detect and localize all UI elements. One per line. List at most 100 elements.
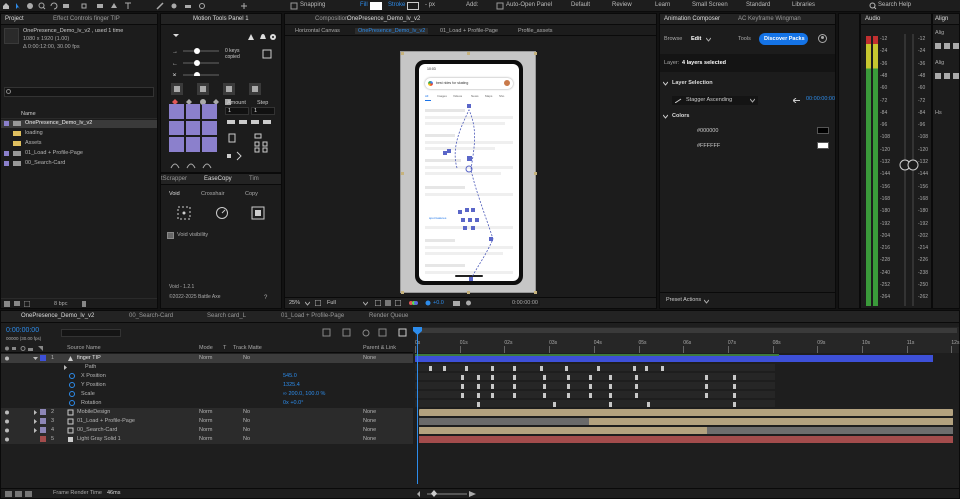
audio-switch-icon[interactable] — [12, 346, 18, 351]
keyframe[interactable] — [491, 366, 494, 371]
table-row[interactable]: 3 01_Load + Profile-Page Norm No None — [1, 417, 413, 426]
color-2-value[interactable]: #FFFFFF — [697, 143, 720, 149]
keyframe[interactable] — [567, 375, 570, 380]
zoom-in-icon[interactable] — [469, 491, 476, 497]
stroke-swatch[interactable] — [407, 2, 419, 10]
expand-arrow-icon[interactable] — [33, 428, 38, 433]
void-frame-icon[interactable] — [251, 206, 265, 220]
stopwatch-icon[interactable] — [69, 400, 75, 406]
tab-keyframe-wingman[interactable]: AC Keyframe Wingman — [738, 16, 801, 22]
layer-parent[interactable]: None — [363, 409, 376, 415]
tab-timeline-search-card-l[interactable]: Search card_L — [207, 313, 246, 319]
keyframe[interactable] — [553, 402, 556, 407]
playhead-handle-icon[interactable] — [413, 327, 422, 335]
table-row[interactable]: 2 MobileDesign Norm No None — [1, 408, 413, 417]
void-subtab-crosshair[interactable]: Crosshair — [201, 191, 225, 197]
grid-icon[interactable] — [315, 300, 321, 306]
rectangle-tool-icon[interactable] — [96, 2, 104, 10]
subtab-onepresence[interactable]: OnePresence_Demo_lv_v2 — [355, 28, 429, 34]
roto-tool-icon[interactable] — [198, 2, 206, 10]
keyframe[interactable] — [429, 366, 432, 371]
keyframe[interactable] — [589, 375, 592, 380]
list-item[interactable]: OnePresence_Demo_lv_v2 — [1, 120, 157, 128]
selection-tool-icon[interactable] — [14, 2, 22, 10]
layer-label-color[interactable] — [40, 418, 46, 424]
table-row[interactable]: 4 00_Search-Card Norm No None — [1, 426, 413, 435]
tab-tim[interactable]: Tim — [249, 176, 259, 182]
copy-keys-icon[interactable] — [261, 48, 273, 60]
keyframe[interactable] — [513, 393, 516, 398]
exposure-icon[interactable] — [425, 300, 431, 306]
keyframe[interactable] — [705, 393, 708, 398]
keyframe[interactable] — [635, 393, 638, 398]
layer-track-matte[interactable]: No — [243, 355, 250, 361]
property-value[interactable]: 545.0 — [283, 373, 297, 379]
keyframe[interactable] — [733, 402, 736, 407]
void-null-icon[interactable] — [177, 206, 191, 220]
layer-label-color[interactable] — [40, 436, 46, 442]
keyframe[interactable] — [477, 375, 480, 380]
timeline-search-input[interactable] — [61, 329, 121, 337]
keyframe[interactable] — [543, 384, 546, 389]
layer-mode[interactable]: Norm — [199, 418, 212, 424]
layer-mode[interactable]: Norm — [199, 409, 212, 415]
type-tool-icon[interactable] — [124, 2, 132, 10]
list-item[interactable]: 01_Load + Profile-Page — [1, 150, 157, 158]
keyframe[interactable] — [705, 375, 708, 380]
amount-field[interactable]: 1 — [225, 107, 249, 115]
layer-track-matte[interactable]: No — [243, 409, 250, 415]
color-1-swatch[interactable] — [817, 127, 829, 134]
keyframe[interactable] — [567, 393, 570, 398]
pen-tool-icon[interactable] — [110, 2, 118, 10]
tab-timeline-load-profile[interactable]: 01_Load + Profile-Page — [281, 313, 344, 319]
video-switch-icon[interactable] — [4, 346, 10, 351]
clone-tool-icon[interactable] — [170, 2, 178, 10]
track-bar-search-card-light[interactable] — [419, 427, 707, 434]
bit-depth-label[interactable]: 8 bpc — [54, 301, 67, 307]
tab-align[interactable]: Align — [935, 16, 948, 22]
layer-name[interactable]: 01_Load + Profile-Page — [77, 418, 135, 424]
work-area-bar[interactable] — [417, 328, 957, 333]
eye-icon[interactable] — [4, 356, 10, 361]
keyframe[interactable] — [443, 366, 446, 371]
zoom-tool-icon[interactable] — [38, 2, 46, 10]
property-name[interactable]: Rotation — [81, 400, 102, 406]
add-label[interactable]: Add: — [466, 2, 478, 8]
chevron-down-icon[interactable] — [663, 81, 668, 86]
void-dial-icon[interactable] — [215, 206, 229, 220]
keyframe[interactable] — [513, 366, 516, 371]
new-folder-icon[interactable] — [14, 301, 20, 307]
align-left-icon[interactable] — [935, 42, 959, 50]
eraser-tool-icon[interactable] — [184, 2, 192, 10]
void-subtab-void[interactable]: Void — [169, 191, 180, 197]
gear-icon[interactable] — [269, 33, 277, 41]
column-t[interactable]: T — [223, 345, 226, 351]
keyframe[interactable] — [491, 384, 494, 389]
timeline-switch-icons[interactable] — [321, 328, 411, 338]
zoom-slider-knob[interactable] — [431, 490, 437, 497]
puppet-tool-icon[interactable] — [240, 2, 248, 10]
bell-icon[interactable] — [259, 33, 267, 41]
keyframe[interactable] — [461, 393, 464, 398]
keyframe[interactable] — [477, 384, 480, 389]
composition-canvas[interactable]: 10:03 best rides for skating All Images … — [400, 51, 537, 294]
distribute-icon[interactable] — [935, 72, 959, 80]
snapshot-icon[interactable] — [453, 300, 460, 306]
track-bar-finger-tip-green[interactable] — [415, 354, 779, 356]
layer-mode[interactable]: Norm — [199, 355, 212, 361]
stopwatch-icon[interactable] — [69, 382, 75, 388]
keyframe[interactable] — [589, 393, 592, 398]
stopwatch-icon[interactable] — [69, 373, 75, 379]
eye-icon[interactable] — [4, 419, 10, 424]
layer-label-color[interactable] — [40, 355, 46, 361]
tab-timeline-onepresence[interactable]: OnePresence_Demo_lv_v2 — [21, 313, 94, 319]
track-bar-finger-tip[interactable] — [415, 355, 933, 362]
region-icon[interactable] — [375, 300, 381, 306]
layer-parent[interactable]: None — [363, 427, 376, 433]
tab-animation-composer[interactable]: Animation Composer — [664, 16, 720, 22]
workspace-small-screen[interactable]: Small Screen — [692, 2, 728, 8]
color-channel-icon[interactable] — [409, 300, 418, 306]
table-row[interactable]: Rotation 0x +0.0° — [1, 399, 413, 407]
arrange-icon[interactable] — [247, 33, 255, 41]
keyframe[interactable] — [540, 366, 543, 371]
